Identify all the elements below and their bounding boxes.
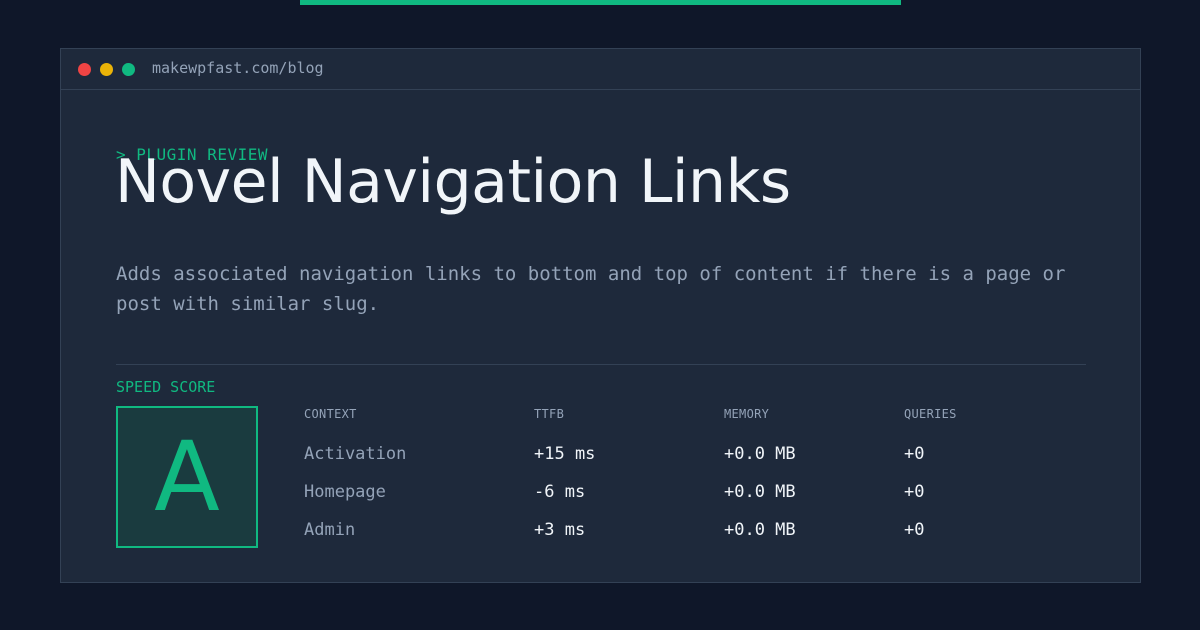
- speed-score-label: SPEED SCORE: [116, 378, 216, 396]
- queries-cell: +0: [904, 482, 925, 502]
- column-header-memory: MEMORY: [724, 407, 770, 421]
- queries-cell: +0: [904, 444, 925, 464]
- maximize-dot-icon: [122, 63, 135, 76]
- table-row: Homepage -6 ms +0.0 MB +0: [304, 482, 1104, 512]
- minimize-dot-icon: [100, 63, 113, 76]
- speed-score-grade: A: [154, 421, 220, 533]
- memory-cell: +0.0 MB: [724, 444, 796, 464]
- page-title: Novel Navigation Links: [115, 147, 791, 217]
- url-text: makewpfast.com/blog: [152, 59, 324, 77]
- close-dot-icon: [78, 63, 91, 76]
- ttfb-cell: +15 ms: [534, 444, 596, 464]
- browser-window: makewpfast.com/blog > PLUGIN REVIEW Nove…: [60, 48, 1141, 583]
- section-divider: [116, 364, 1086, 365]
- table-row: Admin +3 ms +0.0 MB +0: [304, 520, 1104, 550]
- context-cell: Activation: [304, 444, 407, 464]
- window-titlebar: makewpfast.com/blog: [61, 49, 1140, 90]
- table-row: Activation +15 ms +0.0 MB +0: [304, 444, 1104, 474]
- top-accent-bar: [300, 0, 901, 5]
- speed-score-box: A: [116, 406, 258, 548]
- context-cell: Homepage: [304, 482, 386, 502]
- column-header-queries: QUERIES: [904, 407, 957, 421]
- ttfb-cell: +3 ms: [534, 520, 586, 540]
- memory-cell: +0.0 MB: [724, 482, 796, 502]
- plugin-description: Adds associated navigation links to bott…: [116, 263, 1066, 315]
- memory-cell: +0.0 MB: [724, 520, 796, 540]
- metrics-header-row: CONTEXT TTFB MEMORY QUERIES: [304, 407, 1104, 437]
- ttfb-cell: -6 ms: [534, 482, 586, 502]
- context-cell: Admin: [304, 520, 356, 540]
- column-header-context: CONTEXT: [304, 407, 357, 421]
- queries-cell: +0: [904, 520, 925, 540]
- column-header-ttfb: TTFB: [534, 407, 565, 421]
